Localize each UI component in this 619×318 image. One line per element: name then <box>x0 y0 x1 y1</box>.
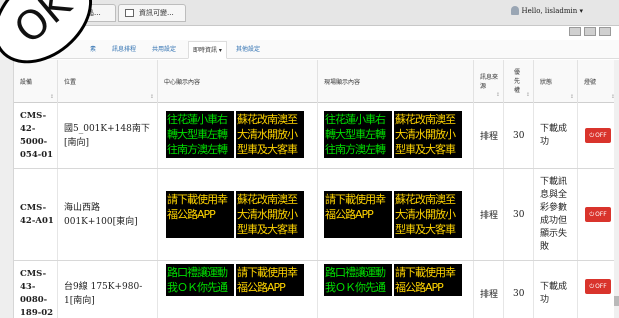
source: 排程 <box>474 169 504 260</box>
col-header-status[interactable]: 狀態 ↕ <box>534 60 578 103</box>
led-panel-yellow: 蘇花改南澳至大清水開放小型車及大客車 <box>236 111 304 158</box>
source: 排程 <box>474 103 504 168</box>
maximize-button[interactable] <box>584 27 596 36</box>
browser-tab-label: 資訊可變... <box>139 9 174 17</box>
sort-icon: ↕ <box>525 92 530 98</box>
off-button[interactable]: ⏻OFF <box>585 279 611 294</box>
main-nav: 素 訊息排程 共用設定 即時資訊 ▾ 其他設定 <box>14 40 619 59</box>
device-id: CMS-42-A01 <box>14 169 58 260</box>
status: 下載訊息與全彩參數成功但顯示失敗 <box>534 169 578 260</box>
table-header: 設備 ↕ 位置 ↕ 中心顯示內容 現場顯示內容 訊息來源 ↕ 優先權 ↕ 狀態 ↕ 燈號 ↕ <box>14 60 619 103</box>
sort-icon: ↕ <box>149 94 154 100</box>
nav-item-realtime-info[interactable]: 即時資訊 ▾ <box>188 41 227 59</box>
col-header-priority[interactable]: 優先權 ↕ <box>504 60 534 103</box>
center-content: 路口禮讓運動我ＯＫ你先通 請下載使用幸福公路APP <box>158 261 318 318</box>
center-content: 請下載使用幸福公路APP 蘇花改南澳至大清水開放小型車及大客車 <box>158 169 318 260</box>
field-content: 路口禮讓運動我ＯＫ你先通 請下載使用幸福公路APP <box>318 261 474 318</box>
chevron-down-icon: ▾ <box>579 7 583 15</box>
col-header-source[interactable]: 訊息來源 ↕ <box>474 60 504 103</box>
power-icon: ⏻ <box>589 211 595 218</box>
user-menu[interactable]: Hello, lisladmin ▾ <box>510 6 583 15</box>
left-frame <box>0 26 14 318</box>
led-panel-yellow: 蘇花改南澳至大清水開放小型車及大客車 <box>394 111 462 158</box>
led-panel-yellow: 請下載使用幸福公路APP <box>324 191 392 238</box>
light-cell: ⏻OFF <box>578 103 619 168</box>
status: 下載成功 <box>534 261 578 318</box>
sort-icon: ↕ <box>49 94 54 100</box>
light-cell: ⏻OFF <box>578 169 619 260</box>
led-panel-green: 路口禮讓運動我ＯＫ你先通 <box>166 264 234 296</box>
priority: 30 <box>504 103 534 168</box>
led-panel-green: 往花蓮小車右轉大型車左轉往南方澳左轉 <box>166 111 234 158</box>
led-panel-green: 路口禮讓運動我ＯＫ你先通 <box>324 264 392 296</box>
browser-tab-strip: 晶... 資訊可變... Hello, lisladmin ▾ <box>0 0 619 26</box>
table-row[interactable]: CMS-42-A01 海山西路001K+100[東向] 請下載使用幸福公路APP… <box>14 169 619 261</box>
power-icon: ⏻ <box>589 132 595 139</box>
source: 排程 <box>474 261 504 318</box>
table-row[interactable]: CMS-42-5000-054-01 國5_001K+148南下[南向] 往花蓮… <box>14 103 619 169</box>
col-header-light[interactable]: 燈號 ↕ <box>578 60 619 103</box>
led-panel-yellow: 蘇花改南澳至大清水開放小型車及大客車 <box>236 191 304 238</box>
table-row[interactable]: CMS-43-0080-189-02 台9線 175K+980-1[南向] 路口… <box>14 261 619 318</box>
tab-page-icon <box>125 9 134 17</box>
led-panel-yellow: 請下載使用幸福公路APP <box>236 264 304 296</box>
device-id: CMS-43-0080-189-02 <box>14 261 58 318</box>
led-panel-yellow: 蘇花改南澳至大清水開放小型車及大客車 <box>394 191 462 238</box>
field-content: 請下載使用幸福公路APP 蘇花改南澳至大清水開放小型車及大客車 <box>318 169 474 260</box>
close-button[interactable] <box>599 27 611 36</box>
priority: 30 <box>504 261 534 318</box>
col-header-location[interactable]: 位置 ↕ <box>58 60 158 103</box>
user-greeting: Hello, lisladmin <box>521 7 578 15</box>
nav-item-message-schedule[interactable]: 訊息排程 <box>112 44 136 53</box>
nav-item-other-settings[interactable]: 其他設定 <box>236 44 260 53</box>
location: 國5_001K+148南下[南向] <box>58 103 158 168</box>
status: 下載成功 <box>534 103 578 168</box>
sort-icon: ↕ <box>495 92 500 98</box>
led-panel-green: 往花蓮小車右轉大型車左轉往南方澳左轉 <box>324 111 392 158</box>
led-panel-yellow: 請下載使用幸福公路APP <box>166 191 234 238</box>
center-content: 往花蓮小車右轉大型車左轉往南方澳左轉 蘇花改南澳至大清水開放小型車及大客車 <box>158 103 318 168</box>
power-icon: ⏻ <box>589 283 595 290</box>
nav-item-shared-settings[interactable]: 共用設定 <box>152 44 176 53</box>
device-id: CMS-42-5000-054-01 <box>14 103 58 168</box>
location: 台9線 175K+980-1[南向] <box>58 261 158 318</box>
minimize-button[interactable] <box>569 27 581 36</box>
off-button[interactable]: ⏻OFF <box>585 128 611 143</box>
location: 海山西路001K+100[東向] <box>58 169 158 260</box>
off-button[interactable]: ⏻OFF <box>585 207 611 222</box>
sort-icon: ↕ <box>569 94 574 100</box>
light-cell: ⏻OFF <box>578 261 619 318</box>
field-content: 往花蓮小車右轉大型車左轉往南方澳左轉 蘇花改南澳至大清水開放小型車及大客車 <box>318 103 474 168</box>
priority: 30 <box>504 169 534 260</box>
col-header-field-content: 現場顯示內容 <box>318 60 474 103</box>
browser-tab-2[interactable]: 資訊可變... <box>118 4 186 22</box>
col-header-device[interactable]: 設備 ↕ <box>14 60 58 103</box>
col-header-center-content: 中心顯示內容 <box>158 60 318 103</box>
led-panel-yellow: 請下載使用幸福公路APP <box>394 264 462 296</box>
scrollbar-thumb[interactable] <box>614 296 619 306</box>
user-icon <box>510 6 519 15</box>
vertical-scrollbar[interactable] <box>614 60 619 318</box>
nav-item-partial[interactable]: 素 <box>90 44 96 53</box>
